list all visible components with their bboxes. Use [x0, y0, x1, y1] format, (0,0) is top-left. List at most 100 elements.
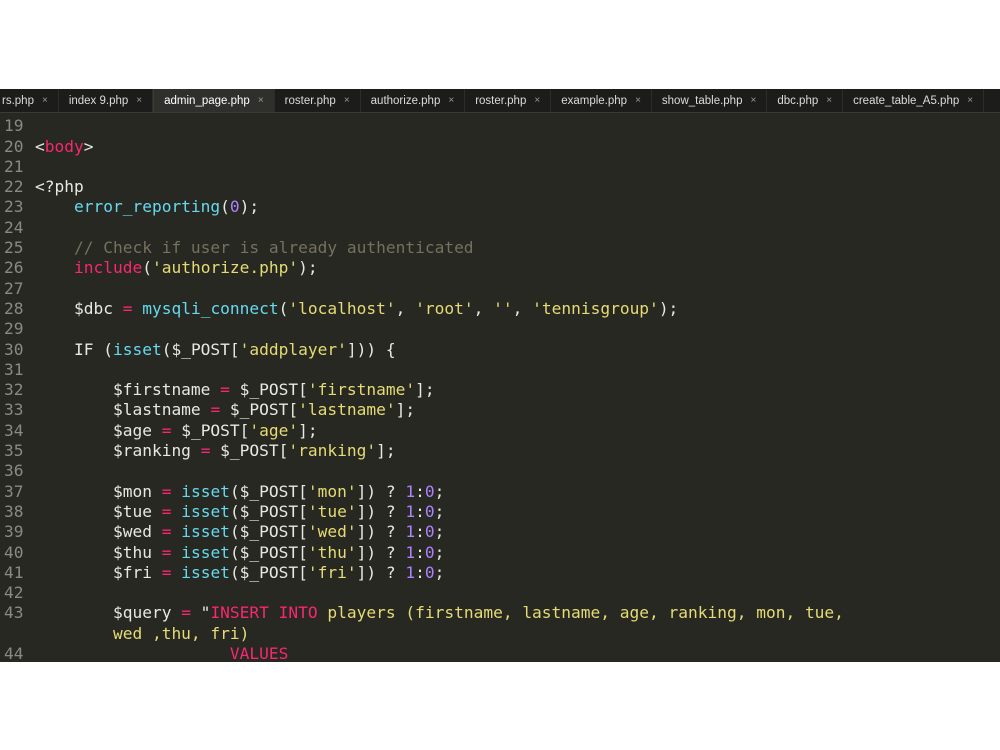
code-token: ": [190, 603, 211, 623]
code-area[interactable]: 18 </head>1920<body>2122<?php23 error_re…: [0, 113, 1000, 662]
code-token: $fri: [35, 562, 162, 582]
code-token: (: [220, 197, 230, 217]
code-token: 'wed': [307, 522, 357, 542]
code-text: <?php: [35, 177, 84, 197]
code-text: $age = $_POST['age'];: [35, 421, 318, 441]
code-text: $tue = isset($_POST['tue']) ? 1:0;: [35, 502, 444, 522]
code-token: 'mon': [307, 481, 357, 501]
code-line: 28 $dbc = mysqli_connect('localhost', 'r…: [0, 299, 1000, 319]
line-number: 20: [4, 136, 24, 156]
code-token: isset: [181, 501, 230, 521]
code-line: 21: [0, 157, 1000, 177]
code-token: </: [74, 113, 94, 115]
close-icon[interactable]: ×: [750, 95, 756, 106]
code-token: $thu: [35, 542, 162, 562]
code-token: ;: [434, 542, 445, 562]
code-line: 32 $firstname = $_POST['firstname'];: [0, 380, 1000, 400]
code-line: 30 IF (isset($_POST['addplayer'])) {: [0, 340, 1000, 360]
tab-show-table-php[interactable]: show_table.php ×: [652, 89, 768, 112]
code-line: wed ,thu, fri): [0, 624, 1000, 644]
code-text: $query = "INSERT INTO players (firstname…: [35, 603, 844, 623]
code-token: );: [658, 298, 679, 318]
line-number: 23: [4, 197, 24, 217]
code-token: 0: [424, 501, 435, 521]
code-token: =: [181, 603, 191, 623]
code-token: ]) ?: [356, 501, 406, 521]
tab-example-php[interactable]: example.php ×: [551, 89, 652, 112]
close-icon[interactable]: ×: [635, 95, 641, 106]
code-token: ];: [415, 380, 435, 400]
code-token: 1: [405, 481, 416, 501]
line-number: 34: [4, 420, 24, 440]
tab-create-table-a5-php[interactable]: create_table_A5.php ×: [843, 89, 985, 112]
tab-rs-php[interactable]: rs.php ×: [0, 89, 59, 112]
code-token: 'firstname': [307, 380, 416, 400]
code-token: IF (: [35, 339, 113, 359]
line-number: 35: [4, 441, 24, 461]
close-icon[interactable]: ×: [826, 95, 832, 106]
code-token: ]) ?: [356, 562, 406, 582]
close-icon[interactable]: ×: [344, 95, 350, 106]
tab-index-9-php[interactable]: index 9.php ×: [59, 89, 154, 112]
close-icon[interactable]: ×: [136, 95, 142, 106]
code-token: ];: [376, 441, 396, 461]
code-lines: 18 </head>1920<body>2122<?php23 error_re…: [0, 113, 1000, 662]
tab-dbc-php[interactable]: dbc.php ×: [767, 89, 844, 112]
code-line: 23 error_reporting(0);: [0, 197, 1000, 217]
code-token: ($_POST[: [229, 542, 308, 562]
code-text: $mon = isset($_POST['mon']) ? 1:0;: [35, 482, 444, 502]
code-line: 35 $ranking = $_POST['ranking'];: [0, 441, 1000, 461]
code-token: =: [122, 298, 133, 318]
code-token: $_POST[: [220, 400, 299, 420]
code-token: ;: [434, 522, 445, 542]
code-token: body: [44, 136, 84, 156]
tab-admin-page-php[interactable]: admin_page.php ×: [153, 89, 275, 112]
close-icon[interactable]: ×: [534, 95, 540, 106]
tab-label: dbc.php: [777, 94, 819, 107]
code-text: wed ,thu, fri): [35, 624, 249, 644]
close-icon[interactable]: ×: [42, 95, 48, 106]
code-token: // Check if user is already authenticate…: [73, 238, 474, 258]
code-line: 33 $lastname = $_POST['lastname'];: [0, 400, 1000, 420]
line-number: 21: [4, 156, 24, 176]
tab-roster-php[interactable]: roster.php ×: [275, 89, 361, 112]
tab-authorize-php[interactable]: authorize.php ×: [361, 89, 466, 112]
code-line: 37 $mon = isset($_POST['mon']) ? 1:0;: [0, 482, 1000, 502]
code-token: 'age': [249, 420, 299, 440]
code-token: mysqli_connect: [142, 298, 279, 318]
close-icon[interactable]: ×: [448, 95, 454, 106]
tab-roster-php[interactable]: roster.php ×: [465, 89, 552, 112]
line-number: 42: [4, 583, 24, 603]
close-icon[interactable]: ×: [967, 95, 973, 106]
tab-label: admin_page.php: [164, 94, 250, 107]
code-line: 36: [0, 461, 1000, 481]
code-token: $wed: [35, 522, 162, 542]
code-token: players (firstname, lastname, age, ranki…: [317, 603, 844, 623]
code-token: isset: [181, 562, 230, 582]
code-token: 1: [405, 501, 416, 521]
code-line: 22 <?php: [0, 177, 1000, 197]
code-text: IF (isset($_POST['addplayer'])) {: [35, 340, 396, 360]
close-icon[interactable]: ×: [258, 95, 264, 106]
code-token: $_POST[: [229, 380, 308, 400]
code-token: 'thu': [307, 542, 357, 562]
line-number: 38: [4, 501, 24, 521]
code-text: error_reporting(0);: [35, 197, 259, 217]
code-token: $tue: [35, 501, 162, 521]
line-number: 25: [4, 238, 24, 258]
code-token: ];: [298, 420, 318, 440]
code-editor-window: rs.php × index 9.php × admin_page.php × roster…: [0, 89, 1000, 662]
code-line: 43 $query = "INSERT INTO players (firstn…: [0, 603, 1000, 623]
code-token: ;: [434, 562, 445, 582]
line-number: 26: [4, 258, 24, 278]
line-number: 19: [4, 116, 24, 136]
code-token: INTO: [278, 603, 318, 623]
tab-label: rs.php: [2, 94, 34, 107]
line-number: 39: [4, 522, 24, 542]
code-token: '': [493, 298, 513, 318]
